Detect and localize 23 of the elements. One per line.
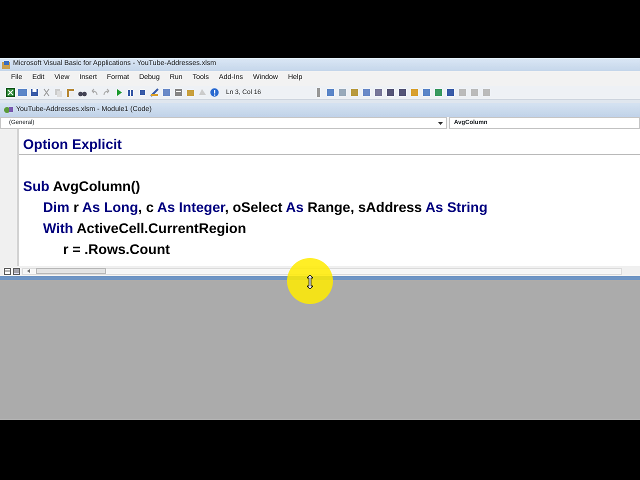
spreadsheet-icon[interactable] (6, 88, 15, 97)
procedure-view-icon[interactable] (4, 268, 11, 274)
code-line: Option Explicit (19, 134, 640, 155)
app-icon (2, 60, 10, 68)
resize-cursor-icon (307, 275, 313, 289)
redo-icon[interactable] (102, 88, 111, 97)
module-icon (4, 106, 13, 114)
stop-icon[interactable] (138, 88, 147, 97)
run-icon[interactable] (114, 88, 123, 97)
caret-icon (438, 122, 443, 124)
code-line: Sub AvgColumn() (22, 177, 142, 196)
code-editor[interactable]: Option Explicit Sub AvgColumn() Dim r As Long, c As Integer, oSelect As Range, sAddress As String With ActiveCell.CurrentRegion r = .Rows.Count (0, 129, 640, 266)
cut-icon[interactable] (42, 88, 51, 97)
code-line: Dim r As Long, c As Integer, oSelect As Range, sAddress As String (42, 198, 489, 217)
code-line: With ActiveCell.CurrentRegion (42, 219, 248, 238)
save-icon[interactable] (30, 88, 39, 97)
full-module-view-icon[interactable] (13, 268, 20, 274)
scroll-left-icon[interactable] (27, 269, 30, 273)
help-icon[interactable] (210, 88, 219, 97)
undo-icon[interactable] (90, 88, 99, 97)
pause-icon[interactable] (126, 88, 135, 97)
code-line: r = .Rows.Count (62, 240, 171, 259)
horizontal-scrollbar[interactable] (22, 268, 622, 274)
